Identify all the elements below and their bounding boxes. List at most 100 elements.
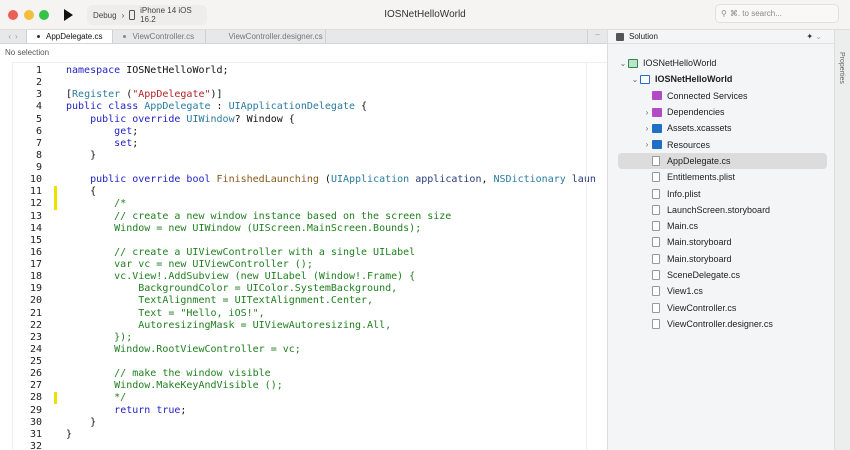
tree-item[interactable]: ViewController.cs: [608, 299, 835, 315]
code-line[interactable]: 13 // create a new window instance based…: [13, 211, 596, 223]
code-token: /*: [66, 198, 127, 210]
code-editor[interactable]: 1 namespace IOSNetHelloWorld; 2 3 [Register …: [12, 62, 607, 450]
tree-item-label: Entitlements.plist: [667, 172, 736, 183]
code-line[interactable]: 9: [13, 162, 596, 174]
change-marker: [54, 198, 57, 211]
code-line[interactable]: 20 TextAlignment = UITextAlignment.Cente…: [13, 295, 596, 307]
solution-header: Solution ✦ ⌄: [608, 30, 834, 44]
code-token: get: [114, 125, 133, 137]
properties-pad-tab[interactable]: Properties: [834, 30, 850, 450]
pin-icon[interactable]: ✦ ⌄: [806, 32, 822, 41]
code-token: public override: [90, 113, 187, 125]
code-line[interactable]: 14 Window = new UIWindow (UIScreen.MainS…: [13, 223, 596, 235]
code-line[interactable]: 1 namespace IOSNetHelloWorld;: [13, 65, 596, 77]
code-line[interactable]: 21 Text = "Hello, iOS!",: [13, 308, 596, 320]
chevron-icon[interactable]: ›: [642, 124, 652, 133]
tree-item[interactable]: ViewController.designer.cs: [608, 316, 835, 332]
code-token: Window = new UIWindow (UIScreen.MainScre…: [66, 222, 422, 234]
line-number: 8: [35, 149, 42, 161]
code-line[interactable]: 24 Window.RootViewController = vc;: [13, 344, 596, 356]
code-line[interactable]: 8 }: [13, 150, 596, 162]
code-line[interactable]: 18 vc.View!.AddSubview (new UILabel (Win…: [13, 271, 596, 283]
code-line[interactable]: 31}: [13, 429, 596, 441]
line-number: 31: [29, 428, 42, 440]
code-line[interactable]: 4 public class AppDelegate : UIApplicatio…: [13, 101, 596, 113]
tree-item-label: ViewController.cs: [667, 302, 737, 313]
chevron-icon[interactable]: ⌄: [618, 59, 628, 68]
tree-item[interactable]: LaunchScreen.storyboard: [608, 202, 835, 218]
file-icon: [652, 221, 660, 232]
line-number: 15: [29, 234, 42, 246]
tab-viewcontroller-designer[interactable]: ViewController.designer.cs: [206, 30, 327, 43]
code-token: public class: [66, 101, 145, 113]
project-icon: [640, 74, 650, 84]
code-line[interactable]: 28 */: [13, 392, 596, 405]
tree-item-label: Dependencies: [667, 107, 725, 118]
code-line[interactable]: 17 var vc = new UIViewController ();: [13, 259, 596, 271]
tab-appdelegate[interactable]: AppDelegate.cs: [27, 30, 114, 43]
code-line[interactable]: 29 return true;: [13, 405, 596, 417]
code-token: laun: [565, 174, 596, 186]
file-icon: [652, 188, 660, 199]
dependencies-folder-icon: [652, 107, 662, 117]
code-line[interactable]: 16 // create a UIViewController with a s…: [13, 247, 596, 259]
code-token: */: [66, 392, 127, 404]
tree-item[interactable]: Main.storyboard: [608, 234, 835, 250]
code-line[interactable]: 2: [13, 77, 596, 89]
code-lines[interactable]: 1 namespace IOSNetHelloWorld; 2 3 [Register …: [13, 65, 596, 450]
line-number: 6: [35, 125, 42, 137]
file-icon: [652, 318, 660, 329]
change-marker: [54, 186, 57, 199]
line-number: 3: [35, 89, 42, 101]
tree-item[interactable]: AppDelegate.cs: [618, 152, 827, 170]
tree-item[interactable]: Main.storyboard: [608, 251, 835, 267]
chevron-icon[interactable]: ›: [642, 140, 652, 149]
connected-services-icon: [652, 91, 662, 101]
code-line[interactable]: 22 AutoresizingMask = UIViewAutoresizing…: [13, 320, 596, 332]
code-line[interactable]: 6 get;: [13, 126, 596, 138]
tree-item[interactable]: ⌄ IOSNetHelloWorld: [608, 71, 835, 87]
search-input[interactable]: ⚲ ⌘. to search...: [715, 4, 839, 23]
code-token: UIApplication: [330, 174, 410, 186]
tree-item-label: LaunchScreen.storyboard: [667, 204, 771, 215]
code-line[interactable]: 26 // make the window visible: [13, 368, 596, 380]
tree-item[interactable]: View1.cs: [608, 283, 835, 299]
code-line[interactable]: 19 BackgroundColor = UIColor.SystemBackg…: [13, 283, 596, 295]
code-line[interactable]: 7 set;: [13, 138, 596, 150]
code-line[interactable]: 10 public override bool FinishedLaunchin…: [13, 174, 596, 186]
line-number: 14: [29, 222, 42, 234]
code-token: vc.View!.AddSubview (new UILabel (Window…: [66, 271, 416, 283]
forward-icon[interactable]: ›: [15, 32, 18, 41]
code-line[interactable]: 5 public override UIWindow? Window {: [13, 114, 596, 126]
tree-item[interactable]: › Resources: [608, 136, 835, 152]
tab-overflow-button[interactable]: –: [587, 30, 607, 43]
code-token: ;: [180, 404, 187, 416]
code-token: FinishedLaunching: [216, 174, 319, 186]
tab-navigation[interactable]: ‹ ›: [0, 30, 27, 43]
tree-item[interactable]: Entitlements.plist: [608, 169, 835, 185]
tree-item[interactable]: › Dependencies: [608, 104, 835, 120]
code-token: ;: [132, 125, 139, 137]
back-icon[interactable]: ‹: [8, 32, 11, 41]
code-line[interactable]: 23 });: [13, 332, 596, 344]
tab-viewcontroller[interactable]: ViewController.cs: [113, 30, 207, 43]
tree-item[interactable]: › Assets.xcassets: [608, 120, 835, 136]
code-line[interactable]: 27 Window.MakeKeyAndVisible ();: [13, 380, 596, 392]
tree-item[interactable]: ⌄ IOSNetHelloWorld: [608, 55, 835, 71]
tree-item[interactable]: Info.plist: [608, 185, 835, 201]
code-line[interactable]: 11 {: [13, 186, 596, 199]
chevron-icon[interactable]: ⌄: [630, 75, 640, 84]
tree-item[interactable]: Main.cs: [608, 218, 835, 234]
tree-item-label: View1.cs: [667, 286, 703, 297]
line-number: 9: [35, 162, 42, 173]
code-line[interactable]: 25: [13, 356, 596, 368]
tree-item[interactable]: SceneDelegate.cs: [608, 267, 835, 283]
tree-item[interactable]: Connected Services: [608, 88, 835, 104]
chevron-icon[interactable]: ›: [642, 108, 652, 117]
code-line[interactable]: 12 /*: [13, 198, 596, 211]
code-line[interactable]: 32: [13, 441, 596, 450]
code-line[interactable]: 15: [13, 235, 596, 247]
code-line[interactable]: 30 }: [13, 417, 596, 429]
code-line[interactable]: 3 [Register ("AppDelegate")]: [13, 89, 596, 101]
